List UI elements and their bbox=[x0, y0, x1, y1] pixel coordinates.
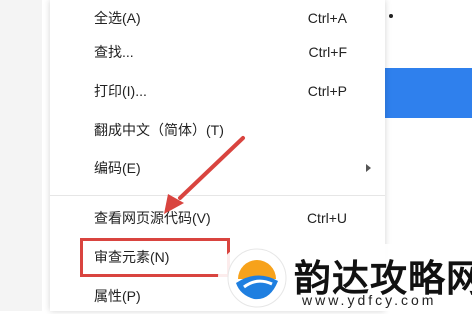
menu-item-label: 查找... bbox=[94, 44, 134, 60]
menu-item-label: 打印(I)... bbox=[94, 83, 147, 99]
menu-item-select-all[interactable]: 全选(A) Ctrl+A bbox=[50, 0, 385, 36]
menu-item-label: 属性(P) bbox=[94, 288, 141, 304]
menu-item-label: 全选(A) bbox=[94, 10, 141, 26]
menu-item-shortcut: Ctrl+P bbox=[307, 83, 347, 99]
menu-item-shortcut: Ctrl+U bbox=[306, 210, 347, 226]
watermark-url: www.ydfcy.com bbox=[302, 292, 437, 308]
submenu-arrow-icon bbox=[366, 164, 371, 172]
logo-icon bbox=[227, 248, 287, 308]
menu-separator bbox=[50, 195, 385, 196]
menu-item-label: 编码(E) bbox=[94, 160, 141, 176]
menu-item-shortcut: Ctrl+F bbox=[308, 44, 348, 60]
menu-item-encoding[interactable]: 编码(E) bbox=[50, 150, 385, 186]
menu-item-print[interactable]: 打印(I)... Ctrl+P bbox=[50, 73, 385, 109]
page-dot bbox=[389, 14, 393, 18]
menu-item-label: 查看网页源代码(V) bbox=[94, 210, 211, 226]
page-left-strip bbox=[0, 0, 42, 311]
page-blue-band bbox=[385, 68, 472, 118]
menu-item-view-source[interactable]: 查看网页源代码(V) Ctrl+U bbox=[50, 200, 385, 236]
annotation-highlight-box bbox=[80, 238, 230, 277]
menu-item-label: 翻成中文（简体）(T) bbox=[94, 122, 224, 138]
menu-item-translate[interactable]: 翻成中文（简体）(T) bbox=[50, 112, 385, 148]
menu-item-find[interactable]: 查找... Ctrl+F bbox=[50, 34, 385, 70]
watermark: 韵达攻略网 www.ydfcy.com bbox=[218, 244, 472, 311]
menu-item-shortcut: Ctrl+A bbox=[307, 10, 347, 26]
